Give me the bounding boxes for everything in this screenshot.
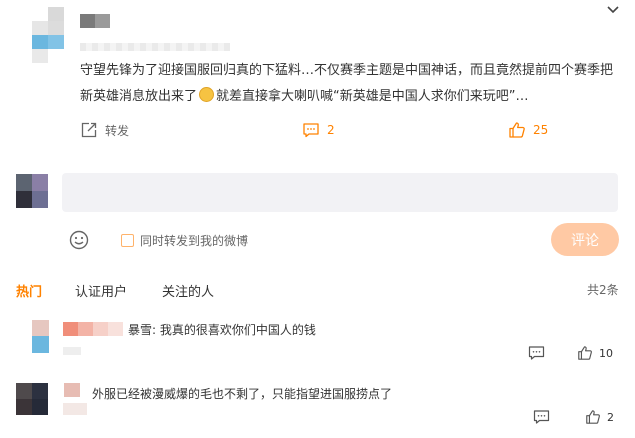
- post-text: 守望先锋为了迎接国服回归真的下猛料…不仅赛季主题是中国神话，而且竟然提前四个赛季…: [80, 58, 620, 110]
- comment-button[interactable]: 2: [302, 118, 335, 142]
- like-button[interactable]: 25: [508, 118, 548, 142]
- reply-button[interactable]: [533, 409, 556, 425]
- post-author-name[interactable]: [80, 14, 110, 28]
- post-meta-info: [80, 43, 230, 51]
- repost-icon: [81, 122, 97, 138]
- thumbs-up-icon: [586, 410, 600, 424]
- laughing-emoji-icon: [199, 87, 215, 102]
- comment-like-button[interactable]: 2: [585, 409, 614, 425]
- also-repost-checkbox[interactable]: [121, 233, 134, 247]
- comment-text: 外服已经被漫威爆的毛也不剩了，只能指望进国服捞点了: [92, 387, 393, 401]
- comment-author-meta: [63, 347, 81, 355]
- comment-author-avatar[interactable]: [16, 383, 48, 415]
- post-text-tail: 就差直接拿大喇叭喊“新英雄是中国人求你们来玩吧”…: [216, 89, 529, 104]
- also-repost-option[interactable]: 同时转发到我的微博: [121, 230, 248, 250]
- comment-author-avatar[interactable]: [32, 320, 49, 353]
- post-author-avatar[interactable]: [32, 7, 64, 63]
- tab-verified-users[interactable]: 认证用户: [75, 281, 127, 300]
- comment-like-count: 10: [599, 346, 613, 360]
- comment-input[interactable]: [62, 173, 618, 212]
- comment-total-count: 共2条: [587, 283, 619, 297]
- comment-icon: [528, 346, 545, 360]
- repost-button[interactable]: 转发: [80, 118, 129, 142]
- comment-author-name[interactable]: [63, 322, 123, 336]
- comment-text: 暴雪: 我真的很喜欢你们中国人的钱: [128, 323, 316, 337]
- smiley-icon[interactable]: [68, 229, 90, 251]
- comment-author-meta: [63, 403, 87, 415]
- also-repost-label: 同时转发到我的微博: [140, 233, 249, 248]
- repost-label: 转发: [105, 123, 130, 138]
- comment-like-button[interactable]: 10: [577, 345, 613, 361]
- thumbs-up-icon: [578, 346, 592, 360]
- comment-count: 2: [327, 123, 335, 137]
- submit-comment-button[interactable]: 评论: [551, 223, 619, 256]
- thumbs-up-icon: [509, 122, 525, 138]
- chevron-down-icon[interactable]: [603, 1, 623, 19]
- comment-like-count: 2: [607, 410, 614, 424]
- like-count: 25: [533, 123, 549, 137]
- reply-button[interactable]: [528, 345, 551, 361]
- current-user-avatar: [16, 174, 48, 208]
- tab-following[interactable]: 关注的人: [162, 281, 214, 300]
- tab-hot[interactable]: 热门: [16, 281, 42, 300]
- comment-author-name[interactable]: [64, 383, 80, 397]
- comment-icon: [303, 123, 319, 138]
- comment-icon: [533, 410, 550, 424]
